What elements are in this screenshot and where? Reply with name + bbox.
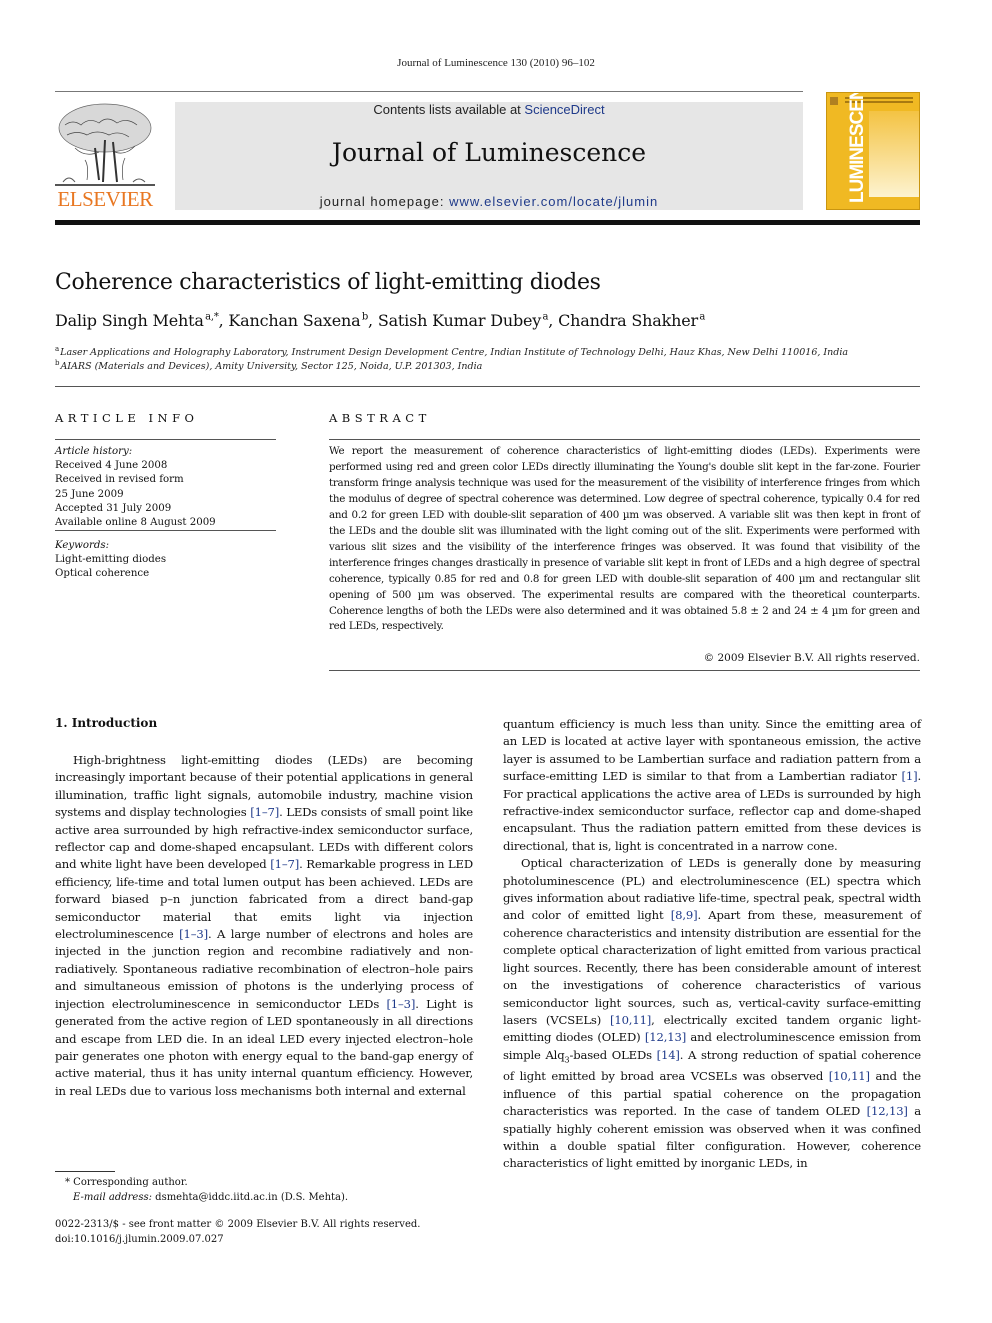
history-item: Available online 8 August 2009 [55,517,216,529]
contents-line: Contents lists available at ScienceDirec… [175,102,803,117]
citation-link[interactable]: [1–7] [250,805,279,819]
affiliation: a Laser Applications and Holography Labo… [55,345,848,358]
journal-banner: Contents lists available at ScienceDirec… [175,102,803,210]
history-item: 25 June 2009 [55,488,124,500]
abstract-text: We report the measurement of coherence c… [329,445,920,633]
citation-link[interactable]: [1] [901,769,917,783]
citation-link[interactable]: [10,11] [829,1069,870,1083]
running-head: Journal of Luminescence 130 (2010) 96–10… [397,57,595,69]
header-rule [55,91,803,92]
abstract-rule [329,670,920,671]
author-name[interactable]: Kanchan Saxena [228,311,360,330]
abstract-copyright: © 2009 Elsevier B.V. All rights reserved… [703,652,920,664]
citation-link[interactable]: [12,13] [645,1030,686,1044]
tree-icon [55,103,155,186]
keywords-label: Keywords: [55,540,110,551]
affiliation-marker: b [55,359,60,367]
author-affil-marker: a [699,311,706,323]
abstract-heading: ABSTRACT [329,411,431,425]
article-history: Article history: Received 4 June 2008 Re… [55,445,276,530]
journal-title: Journal of Luminescence [331,138,647,167]
paragraph: quantum efficiency is much less than uni… [503,717,921,853]
corresponding-author-note: * Corresponding author. [65,1177,188,1188]
info-rule [55,530,276,531]
author-list: Dalip Singh Mehta a,*, Kanchan Saxena b,… [55,311,706,330]
issn-line: 0022-2313/$ - see front matter © 2009 El… [55,1219,421,1230]
citation-link[interactable]: [1–7] [270,857,299,871]
history-item: Received in revised form [55,474,184,486]
citation-link[interactable]: [8,9] [671,908,698,922]
email-address[interactable]: dsmehta@iddc.iitd.ac.in (D.S. Mehta). [152,1192,348,1203]
paragraph: High-brightness light-emitting diodes (L… [55,753,473,1098]
keyword[interactable]: Optical coherence [55,567,276,581]
body-column-left: High-brightness light-emitting diodes (L… [55,752,473,1100]
affiliation-marker: a [55,345,60,353]
author-name[interactable]: Satish Kumar Dubey [378,311,541,330]
info-rule [55,439,276,440]
author-affil-marker: a,* [205,311,219,323]
journal-cover-thumbnail[interactable]: LUMINESCENCE [826,92,920,210]
affiliation-text: AIARS (Materials and Devices), Amity Uni… [60,361,483,373]
cover-image-panel [869,111,919,197]
keyword[interactable]: Light-emitting diodes [55,553,276,567]
elsevier-logo[interactable]: ELSEVIER [55,100,155,212]
keywords: Keywords: Light-emitting diodes Optical … [55,539,276,582]
publication-info: 0022-2313/$ - see front matter © 2009 El… [55,1217,420,1247]
citation-link[interactable]: [10,11] [610,1013,651,1027]
paragraph: Optical characterization of LEDs is gene… [503,856,922,1171]
body-column-right: quantum efficiency is much less than uni… [503,716,921,1173]
article-info-heading: ARTICLE INFO [55,411,199,425]
citation-link[interactable]: [1–3] [386,997,415,1011]
sciencedirect-link[interactable]: ScienceDirect [524,102,604,117]
email-label: E-mail address: [73,1192,152,1203]
article-title: Coherence characteristics of light-emitt… [55,270,601,295]
abstract-rule [329,439,920,440]
contents-prefix: Contents lists available at [373,102,525,117]
section-rule [55,386,920,387]
doi-link[interactable]: doi:10.1016/j.jlumin.2009.07.027 [55,1232,420,1247]
author-name[interactable]: Dalip Singh Mehta [55,311,204,330]
header-thick-rule [55,220,920,225]
citation-link[interactable]: [14] [657,1048,680,1062]
elsevier-wordmark: ELSEVIER [57,187,153,211]
author-affil-marker: b [361,311,369,323]
email-note: E-mail address: dsmehta@iddc.iitd.ac.in … [55,1190,348,1205]
cover-title: LUMINESCENCE [847,92,868,203]
footnote: * Corresponding author. E-mail address: … [55,1175,348,1205]
history-item: Accepted 31 July 2009 [55,502,172,514]
homepage-link[interactable]: www.elsevier.com/locate/jlumin [449,194,658,209]
homepage-line: journal homepage: www.elsevier.com/locat… [175,194,803,209]
citation-link[interactable]: [1–3] [179,927,208,941]
footnote-rule [55,1171,115,1172]
cover-publisher-icon [830,97,838,105]
affiliation: b AIARS (Materials and Devices), Amity U… [55,359,482,372]
history-label: Article history: [55,446,133,457]
author-affil-marker: a [542,311,549,323]
history-item: Received 4 June 2008 [55,460,168,472]
section-heading-introduction: 1. Introduction [55,716,158,730]
homepage-prefix: journal homepage: [319,194,450,209]
author-name[interactable]: Chandra Shakher [558,311,698,330]
citation-link[interactable]: [12,13] [867,1104,908,1118]
subscript: 3 [564,1055,570,1065]
affiliation-text: Laser Applications and Holography Labora… [60,347,849,359]
